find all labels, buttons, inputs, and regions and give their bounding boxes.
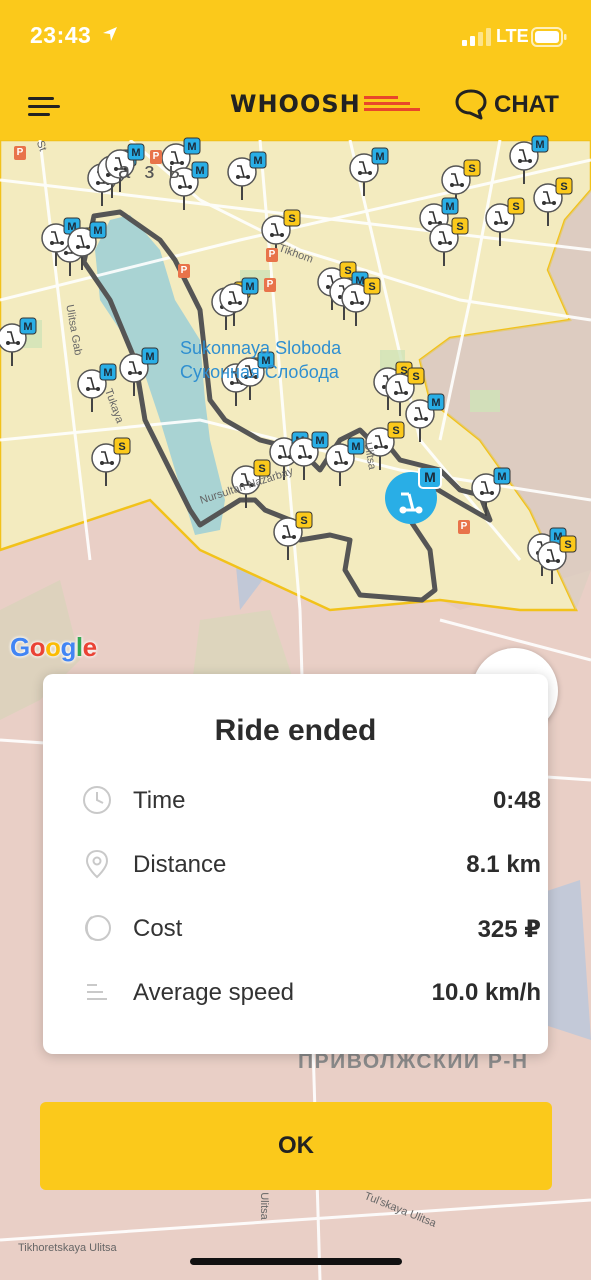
parking-marker: P (458, 520, 470, 534)
svg-text:S: S (560, 181, 567, 193)
svg-text:M: M (445, 201, 454, 213)
parking-marker: P (14, 146, 26, 160)
svg-text:M: M (253, 155, 262, 167)
svg-text:M: M (145, 351, 154, 363)
clock-icon (83, 786, 111, 814)
scooter-marker[interactable]: M (226, 150, 270, 204)
time-label: Time (133, 787, 186, 814)
svg-text:S: S (456, 221, 463, 233)
status-time: 23:43 (30, 22, 92, 48)
svg-text:S: S (412, 371, 419, 383)
selected-scooter-marker[interactable]: M (383, 468, 447, 538)
ok-label: OK (278, 1132, 314, 1159)
city-label: а з ь (118, 158, 185, 183)
cost-value: 325 ₽ (477, 916, 541, 943)
svg-text:S: S (392, 425, 399, 437)
speed-lines-icon (87, 984, 107, 1000)
cost-row: Cost 325 ₽ (81, 908, 541, 948)
google-logo: Google (10, 632, 97, 662)
average-speed-row: Average speed 10.0 km/h (81, 972, 541, 1012)
scooter-marker[interactable]: M (404, 392, 448, 446)
distance-row: Distance 8.1 km (81, 844, 541, 884)
parking-marker: P (264, 278, 276, 292)
svg-text:M: M (103, 367, 112, 379)
scooter-marker[interactable]: M (118, 346, 162, 400)
scooter-marker[interactable]: S (532, 176, 576, 230)
parking-marker: P (178, 264, 190, 278)
district-label: Sukonnaya Sloboda (180, 338, 342, 358)
network-type: LTE (496, 26, 529, 46)
svg-text:M: M (351, 441, 360, 453)
svg-text:S: S (512, 201, 519, 213)
scooter-marker[interactable]: S (536, 534, 580, 588)
time-value: 0:48 (492, 787, 541, 814)
scooter-marker[interactable]: S (272, 510, 316, 564)
location-arrow-icon (103, 27, 117, 41)
scooter-marker[interactable]: S (340, 276, 384, 330)
home-indicator[interactable] (190, 1258, 402, 1265)
chat-label: CHAT (494, 91, 559, 118)
street-tikhoretskaya: Tikhoretskaya Ulitsa (18, 1242, 117, 1254)
svg-text:M: M (497, 471, 506, 483)
svg-text:M: M (23, 321, 32, 333)
battery-icon (531, 27, 567, 47)
svg-text:M: M (431, 397, 440, 409)
svg-text:S: S (368, 281, 375, 293)
scooter-marker[interactable]: M (66, 220, 110, 274)
menu-button[interactable] (24, 92, 64, 122)
svg-text:M: M (195, 165, 204, 177)
location-pin-icon (85, 849, 109, 879)
average-speed-label: Average speed (133, 979, 295, 1006)
scooter-marker[interactable]: S (484, 196, 528, 250)
svg-text:S: S (118, 441, 125, 453)
scooter-marker[interactable]: S (428, 216, 472, 270)
svg-text:M: M (245, 281, 254, 293)
svg-text:M: M (424, 469, 436, 485)
svg-text:S: S (288, 213, 295, 225)
parking-marker: P (266, 248, 278, 262)
scooter-marker[interactable]: M (348, 146, 392, 200)
app-header: WHOOSH CHAT (0, 70, 591, 140)
svg-text:M: M (535, 139, 544, 151)
logo-speed-lines (364, 96, 420, 111)
ok-button[interactable]: OK (40, 1102, 552, 1190)
cost-label: Cost (133, 915, 183, 942)
svg-text:S: S (564, 539, 571, 551)
street-vertical: Ulitsa (257, 1192, 270, 1220)
logo-text: WHOOSH (230, 90, 361, 118)
scooter-marker[interactable]: M (470, 466, 514, 520)
ride-ended-title: Ride ended (214, 714, 377, 747)
whoosh-logo: WHOOSH (230, 86, 420, 122)
district-label-ru: Суконная Слобода (180, 362, 339, 382)
scooter-marker[interactable]: M (218, 276, 262, 330)
svg-text:S: S (300, 515, 307, 527)
svg-text:M: M (187, 141, 196, 153)
status-bar: 23:43 LTE (0, 0, 591, 70)
coin-icon (85, 915, 111, 941)
scooter-marker[interactable]: M (0, 316, 40, 370)
ride-summary-card: Ride ended Time 0:48 Distance 8.1 km Cos… (43, 674, 548, 1054)
svg-text:M: M (375, 151, 384, 163)
time-row: Time 0:48 (81, 780, 541, 820)
average-speed-value: 10.0 km/h (431, 979, 541, 1006)
chat-button[interactable]: CHAT (454, 86, 574, 126)
signal-bars-icon (462, 28, 491, 46)
chat-bubble-icon (455, 89, 487, 120)
distance-label: Distance (133, 851, 227, 878)
svg-text:S: S (468, 163, 475, 175)
svg-text:M: M (93, 225, 102, 237)
distance-value: 8.1 km (466, 851, 541, 878)
scooter-marker[interactable]: S (90, 436, 134, 490)
